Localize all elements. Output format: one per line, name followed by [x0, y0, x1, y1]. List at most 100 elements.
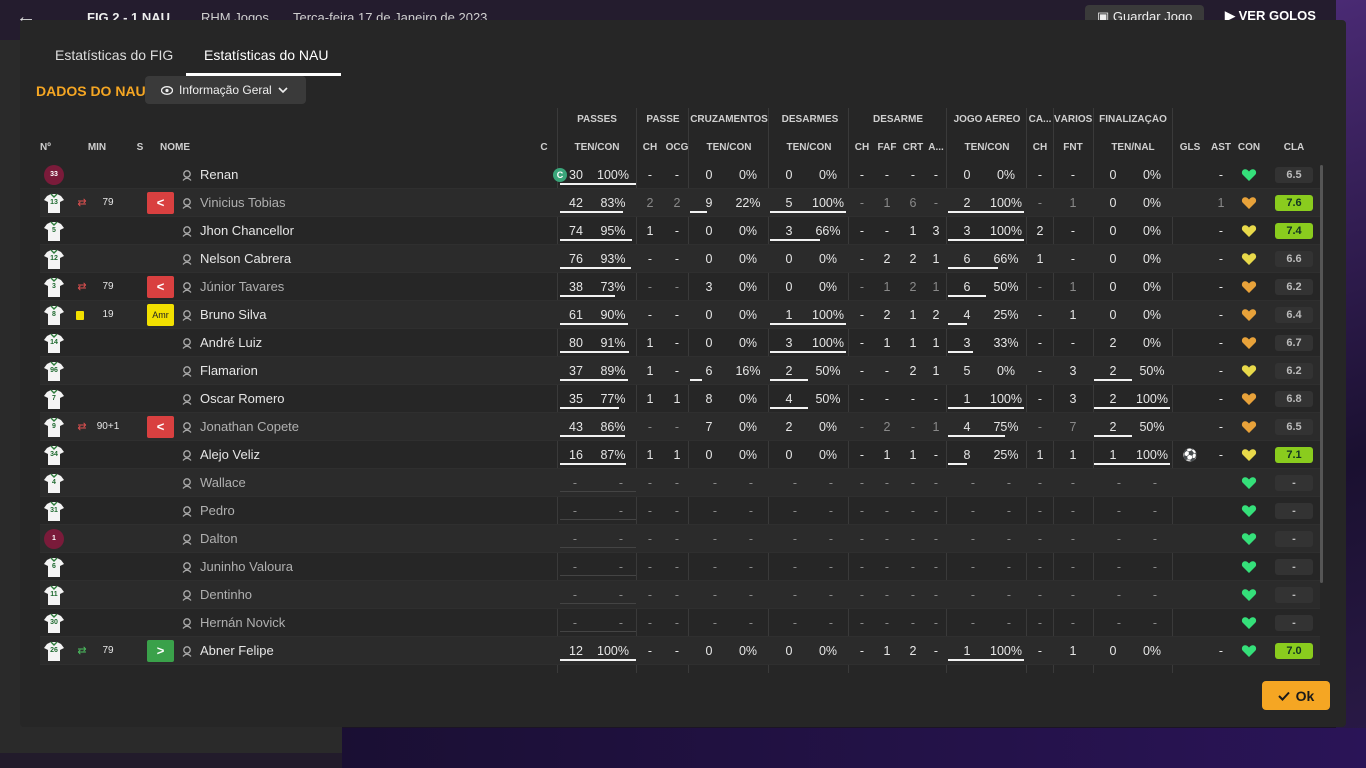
table-row[interactable]: 5 Jhon Chancellor 74 95% 1-0 0% 3 66% - -1 3 3 100% 2… [40, 217, 1320, 245]
column-header-no[interactable]: Nº [40, 142, 54, 153]
table-row[interactable]: 34 Alejo Veliz 16 87% 1 1 0 0% 0 0% -1 1-8 25% 1 1 1 100… [40, 441, 1320, 469]
column-header-cla[interactable]: CLA [1274, 142, 1314, 153]
rating-badge: 6.2 [1275, 279, 1313, 295]
cell-cach: - [1037, 196, 1043, 210]
player-name[interactable]: Vinicius Tobias [200, 189, 286, 217]
table-row[interactable]: 3 ⇄ 79 < Júnior Tavares 38 73% - -3 0% 0 0% -1 2 1 6 50%… [40, 273, 1320, 301]
empty-stat: - [618, 504, 624, 518]
player-name[interactable]: Jhon Chancellor [200, 217, 294, 245]
column-header-aereo[interactable]: TEN/CON [948, 142, 1026, 153]
ok-button[interactable]: Ok [1262, 681, 1330, 710]
player-name[interactable]: Júnior Tavares [200, 273, 284, 301]
cell-cach: - [1037, 420, 1043, 434]
player-role-icon [182, 562, 192, 573]
table-row[interactable]: 30 Hernán Novick - - - - - - - - - - - - - - - - - - - [40, 609, 1320, 637]
cell-ocg: - [674, 168, 680, 182]
player-name[interactable]: Dentinho [200, 581, 252, 609]
table-row[interactable]: 9 ⇄ 90+1 < Jonathan Copete 43 86% - -7 0% 2 0% -2-1 4… [40, 413, 1320, 441]
player-name[interactable]: Nelson Cabrera [200, 245, 291, 273]
empty-stat: - [792, 532, 798, 546]
player-name[interactable]: Hernán Novick [200, 609, 285, 637]
ratio-bar [948, 659, 1024, 661]
table-row[interactable]: 4 Wallace - - - - - - - - - - - - - - - - - - - [40, 469, 1320, 497]
player-name[interactable]: Dalton [200, 525, 238, 553]
scrollbar[interactable] [1320, 165, 1323, 583]
column-header-s[interactable]: S [132, 142, 148, 153]
ratio-bar [560, 183, 636, 185]
table-row[interactable]: 8 19 Amr Bruno Silva 61 90% - -0 0% 1 100% -2 1 2 4 25%… [40, 301, 1320, 329]
column-header-faf[interactable]: FAF [876, 142, 898, 153]
cell-fi-pct: 0% [1142, 644, 1162, 658]
substitution-badge: Amr [147, 304, 174, 326]
view-dropdown[interactable]: Informação Geral [145, 76, 306, 104]
player-name[interactable]: Oscar Romero [200, 385, 285, 413]
player-name[interactable]: Wallace [200, 469, 246, 497]
column-header-ast[interactable]: AST [1210, 142, 1232, 153]
player-name[interactable]: Abner Felipe [200, 637, 274, 665]
column-header-fin[interactable]: TEN/NAL [1094, 142, 1172, 153]
table-row[interactable]: 31 Pedro - - - - - - - - - - - - - - - - - - - [40, 497, 1320, 525]
column-header-ca-ch[interactable]: CH [1030, 142, 1050, 153]
column-header-a[interactable]: A... [926, 142, 946, 153]
empty-stat: - [1116, 504, 1122, 518]
column-header-fnt[interactable]: FNT [1058, 142, 1088, 153]
tab-fig-stats[interactable]: Estatísticas do FIG [55, 47, 173, 63]
empty-stat: - [859, 532, 865, 546]
table-row[interactable]: 33 Renan C 30 100% - -0 0% 0 0% - - - -0 0% - -0 0% -6.5 [40, 161, 1320, 189]
tab-nau-stats[interactable]: Estatísticas do NAU [204, 47, 329, 63]
cell-dch: - [859, 252, 865, 266]
cell-cr-ten: 0 [705, 224, 713, 238]
player-name[interactable]: Flamarion [200, 357, 258, 385]
cell-ast: 1 [1217, 196, 1225, 210]
empty-stat: - [970, 588, 976, 602]
cell-ast: - [1218, 336, 1224, 350]
player-role-icon [182, 310, 192, 321]
player-name[interactable]: Pedro [200, 497, 235, 525]
table-row[interactable]: 12 Nelson Cabrera 76 93% - -0 0% 0 0% -2 2 1 6 66% 1-0… [40, 245, 1320, 273]
cell-min [90, 385, 126, 413]
player-name[interactable]: Alejo Veliz [200, 441, 260, 469]
empty-stat: - [1037, 560, 1043, 574]
column-header-cruz[interactable]: TEN/CON [690, 142, 768, 153]
empty-stat: - [792, 588, 798, 602]
column-header-crt[interactable]: CRT [902, 142, 924, 153]
column-header-con[interactable]: CON [1236, 142, 1262, 153]
column-header-gls[interactable]: GLS [1178, 142, 1202, 153]
cell-ds-ten: 0 [785, 644, 793, 658]
table-row[interactable]: 11 Dentinho - - - - - - - - - - - - - - - - - - - [40, 581, 1320, 609]
empty-stat: - [647, 560, 653, 574]
cell-a: - [933, 196, 939, 210]
ratio-bar [948, 435, 1005, 437]
column-header-min[interactable]: MIN [80, 142, 114, 153]
condition-heart-icon [1241, 645, 1257, 657]
player-name[interactable]: André Luiz [200, 329, 262, 357]
table-row[interactable]: 96 Flamarion 37 89% 1-6 16% 2 50% - -2 1 5 0% -3 2 50% -… [40, 357, 1320, 385]
table-row[interactable]: 7 Oscar Romero 35 77% 1 1 8 0% 4 50% - - - -1 100% -3 2 1… [40, 385, 1320, 413]
cell-dch: - [859, 308, 865, 322]
column-header-desarme-ch[interactable]: CH [852, 142, 872, 153]
ratio-bar [948, 351, 973, 353]
empty-stat: - [618, 616, 624, 630]
column-header-passes[interactable]: TEN/CON [558, 142, 636, 153]
cell-fnt: 1 [1069, 448, 1077, 462]
column-header-passe-ocg[interactable]: OCG [664, 142, 690, 153]
empty-stat: - [647, 588, 653, 602]
table-row[interactable]: 13 ⇄ 79 < Vinicius Tobias 42 83% 2 2 9 22% 5 100% -1 6… [40, 189, 1320, 217]
empty-stat: - [572, 532, 578, 546]
player-name[interactable]: Juninho Valoura [200, 553, 293, 581]
rating-badge: 7.1 [1275, 447, 1313, 463]
player-name[interactable]: Bruno Silva [200, 301, 266, 329]
table-row[interactable]: 14 André Luiz 80 91% 1-0 0% 3 100% -1 1 1 3 33% - -2 0%… [40, 329, 1320, 357]
table-row[interactable]: 6 Juninho Valoura - - - - - - - - - - - - - - - - - - - [40, 553, 1320, 581]
cell-ast [1210, 525, 1232, 553]
player-name[interactable]: Jonathan Copete [200, 413, 299, 441]
rating-badge: 6.6 [1275, 251, 1313, 267]
column-header-c[interactable]: C [538, 142, 550, 153]
column-header-nome[interactable]: NOME [160, 142, 220, 153]
cell-ocg: 1 [673, 392, 681, 406]
column-header-des[interactable]: TEN/CON [770, 142, 848, 153]
table-row[interactable]: 26 ⇄ 79 > Abner Felipe 12 100% - -0 0% 0 0% -1 2-1 100… [40, 637, 1320, 665]
player-name[interactable]: Renan [200, 161, 238, 189]
column-header-passe-ch[interactable]: CH [640, 142, 660, 153]
table-row[interactable]: 1 Dalton - - - - - - - - - - - - - - - - - - - [40, 525, 1320, 553]
